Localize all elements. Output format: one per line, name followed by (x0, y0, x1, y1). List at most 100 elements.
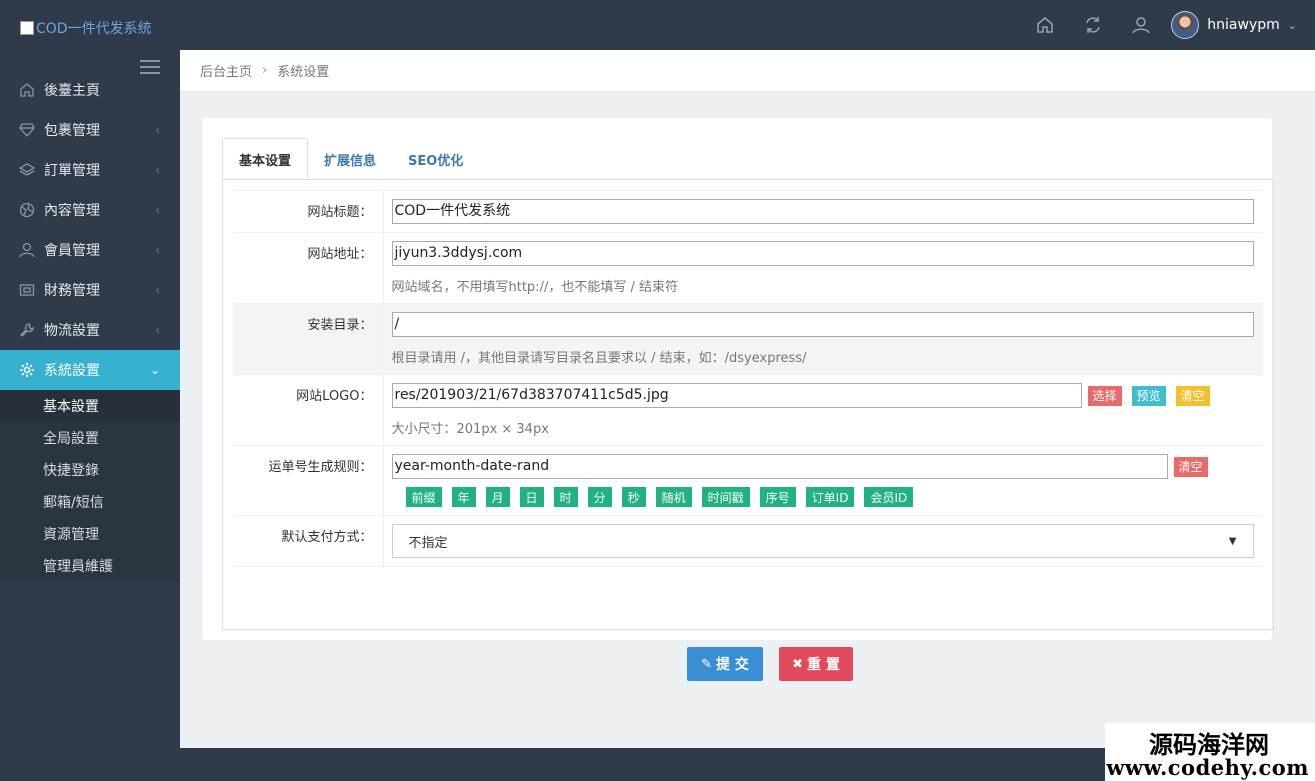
subnav-item-resources[interactable]: 資源管理 (0, 518, 180, 550)
tab-seo[interactable]: SEO优化 (392, 138, 479, 180)
waybill-tag[interactable]: 月 (485, 487, 510, 507)
form-row: 网站标题： COD一件代发系统 (233, 190, 1263, 233)
sidebar-item-system[interactable]: 系統設置 ⌄ (0, 350, 180, 390)
logo-select-button[interactable]: 选择 (1087, 385, 1122, 406)
chevron-down-icon: ⌄ (1287, 18, 1297, 32)
waybill-tag[interactable]: 时 (553, 487, 578, 507)
main-content: 后台主页 › 系统设置 基本设置 扩展信息 SEO优化 网站标题： COD一件代… (180, 50, 1315, 748)
form-row: 默认支付方式： 不指定 ▼ (233, 515, 1263, 567)
user-icon (18, 241, 36, 259)
sidebar-item-content[interactable]: 內容管理 ‹ (0, 190, 180, 230)
waybill-tag[interactable]: 订单ID (805, 487, 855, 507)
user-icon[interactable] (1117, 0, 1165, 50)
layers-icon (18, 161, 36, 179)
waybill-tag[interactable]: 秒 (621, 487, 646, 507)
sidebar-item-members[interactable]: 會員管理 ‹ (0, 230, 180, 270)
submit-button[interactable]: ✎ 提 交 (687, 647, 763, 681)
reset-label: 重 置 (807, 657, 840, 673)
sidebar-item-orders[interactable]: 訂單管理 ‹ (0, 150, 180, 190)
waybill-tag[interactable]: 时间戳 (701, 487, 750, 507)
top-bar: COD一件代发系统 hniawypm ⌄ (0, 0, 1315, 50)
breadcrumb-current: 系统设置 (277, 65, 330, 80)
waybill-tag[interactable]: 序号 (759, 487, 796, 507)
settings-form: 网站标题： COD一件代发系统 网站地址： jiyun3.3ddysj.com … (233, 190, 1263, 567)
waybill-tag[interactable]: 随机 (655, 487, 692, 507)
tab-bar: 基本设置 扩展信息 SEO优化 (222, 138, 479, 180)
refresh-icon[interactable] (1069, 0, 1117, 50)
waybill-tag[interactable]: 分 (587, 487, 612, 507)
user-menu[interactable]: hniawypm ⌄ (1171, 11, 1297, 39)
subnav-item-quick-login[interactable]: 快捷登錄 (0, 454, 180, 486)
subnav-item-admins[interactable]: 管理員維護 (0, 550, 180, 582)
avatar (1171, 11, 1200, 39)
waybill-tag[interactable]: 会员ID (864, 487, 914, 507)
waybill-rule-input[interactable]: year-month-date-rand (391, 454, 1168, 479)
submit-label: 提 交 (716, 657, 749, 673)
form-row: 运单号生成规则： year-month-date-rand 清空 前缀 年 月 … (233, 445, 1263, 516)
sidebar-item-label: 物流設置 (44, 323, 100, 339)
site-url-input[interactable]: jiyun3.3ddysj.com (391, 241, 1254, 266)
breadcrumb-home[interactable]: 后台主页 (200, 61, 252, 80)
chevron-left-icon: ‹ (155, 203, 160, 217)
chevron-left-icon: ‹ (155, 123, 160, 137)
sidebar-item-finance[interactable]: 財務管理 ‹ (0, 270, 180, 310)
sidebar-item-label: 系統設置 (44, 363, 100, 379)
home-icon[interactable] (1021, 0, 1069, 50)
gear-icon (18, 361, 36, 379)
logo-preview-button[interactable]: 预览 (1131, 385, 1166, 406)
form-actions: ✎ 提 交 ✖ 重 置 (687, 647, 869, 681)
waybill-tag[interactable]: 前缀 (405, 487, 442, 507)
diamond-icon (18, 121, 36, 139)
sidebar-item-label: 包裹管理 (44, 123, 100, 139)
payment-method-select[interactable]: 不指定 ▼ (391, 524, 1254, 558)
reset-button[interactable]: ✖ 重 置 (779, 647, 853, 681)
logo-label: 网站LOGO： (233, 374, 384, 446)
sidebar-item-label: 後臺主頁 (44, 83, 100, 99)
sidebar-item-label: 會員管理 (44, 243, 100, 259)
breadcrumb: 后台主页 › 系统设置 (180, 50, 1315, 92)
chevron-left-icon: ‹ (155, 283, 160, 297)
sidebar-item-logistics[interactable]: 物流設置 ‹ (0, 310, 180, 350)
form-row: 网站LOGO： res/201903/21/67d383707411c5d5.j… (233, 374, 1263, 446)
sidebar-item-dashboard[interactable]: 後臺主頁 (0, 70, 180, 110)
home-icon (18, 81, 36, 99)
close-icon: ✖ (792, 656, 804, 672)
sidebar-submenu: 基本設置 全局設置 快捷登錄 郵箱/短信 資源管理 管理員維護 (0, 390, 180, 582)
sidebar-item-label: 內容管理 (44, 203, 100, 219)
subnav-item-basic[interactable]: 基本設置 (0, 390, 180, 422)
waybill-tag[interactable]: 日 (519, 487, 544, 507)
chevron-left-icon: ‹ (155, 243, 160, 257)
watermark-url: www.codehy.com (1106, 755, 1309, 780)
chevron-right-icon: › (262, 63, 268, 78)
chevron-left-icon: ‹ (155, 163, 160, 177)
waybill-tag[interactable]: 年 (451, 487, 476, 507)
waybill-tag-list: 前缀 年 月 日 时 分 秒 随机 时间戳 序号 订单ID 会员ID (405, 487, 1256, 507)
waybill-rule-label: 运单号生成规则： (233, 445, 384, 516)
sidebar: 後臺主頁 包裹管理 ‹ 訂單管理 ‹ 內容管理 ‹ 會員管理 ‹ 財務管理 ‹ (0, 50, 180, 781)
logo-help: 大小尺寸：201px × 34px (391, 422, 549, 437)
form-row: 安装目录： / 根目录请用 /，其他目录请写目录名且要求以 / 结束，如：/ds… (233, 303, 1263, 375)
tab-pane: 网站标题： COD一件代发系统 网站地址： jiyun3.3ddysj.com … (222, 179, 1274, 681)
edit-icon: ✎ (701, 656, 713, 672)
subnav-item-global[interactable]: 全局設置 (0, 422, 180, 454)
site-logo[interactable]: COD一件代发系统 (20, 18, 152, 38)
tab-extended[interactable]: 扩展信息 (308, 138, 392, 180)
logo-path-input[interactable]: res/201903/21/67d383707411c5d5.jpg (391, 383, 1082, 408)
sidebar-nav: 後臺主頁 包裹管理 ‹ 訂單管理 ‹ 內容管理 ‹ 會員管理 ‹ 財務管理 ‹ (0, 70, 180, 582)
form-row: 网站地址： jiyun3.3ddysj.com 网站域名，不用填写http://… (233, 232, 1263, 304)
install-dir-input[interactable]: / (391, 312, 1254, 337)
username: hniawypm (1207, 17, 1280, 33)
site-title-input[interactable]: COD一件代发系统 (391, 199, 1254, 224)
subnav-item-email-sms[interactable]: 郵箱/短信 (0, 486, 180, 518)
tab-basic[interactable]: 基本设置 (222, 138, 309, 180)
logo-clear-button[interactable]: 清空 (1175, 385, 1210, 406)
install-dir-label: 安装目录： (233, 303, 384, 375)
sidebar-item-packages[interactable]: 包裹管理 ‹ (0, 110, 180, 150)
broken-image-icon (20, 21, 34, 35)
wrench-icon (18, 321, 36, 339)
chevron-left-icon: ‹ (155, 323, 160, 337)
settings-card: 基本设置 扩展信息 SEO优化 网站标题： COD一件代发系统 网站地址： ji… (202, 118, 1274, 681)
waybill-clear-button[interactable]: 清空 (1173, 456, 1208, 477)
globe-icon (18, 201, 36, 219)
caret-down-icon: ▼ (1228, 535, 1237, 547)
